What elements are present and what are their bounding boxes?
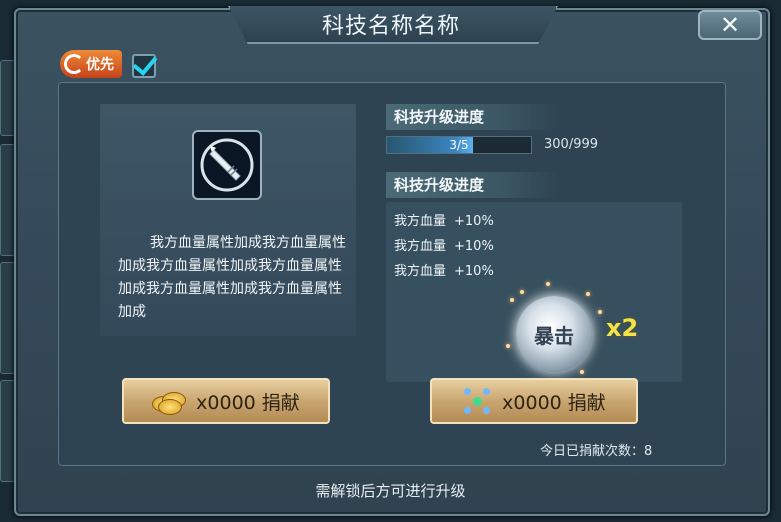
unlock-hint: 需解锁后方可进行升级 — [315, 482, 466, 500]
progress-level-text: 3/5 — [449, 138, 469, 152]
sparkle — [580, 370, 584, 374]
crit-badge: 暴击 — [516, 296, 592, 372]
item-donate-label: x0000 捐献 — [502, 391, 606, 414]
sparkle — [520, 290, 524, 294]
sparkle — [506, 344, 510, 348]
attribute-row: 我方血量 +10% — [394, 210, 494, 229]
bullet-icon — [192, 130, 262, 200]
dialog-title: 科技名称名称 — [321, 14, 460, 39]
molecule-icon — [462, 386, 492, 416]
crit-label: 暴击 — [534, 323, 574, 348]
item-donate-button[interactable]: x0000 捐献 — [430, 378, 638, 424]
sparkle — [546, 282, 550, 286]
attributes-header: 科技升级进度 — [386, 172, 558, 198]
coin-donate-label: x0000 捐献 — [196, 391, 300, 414]
attribute-row: 我方血量 +10% — [394, 235, 494, 254]
sparkle — [586, 292, 590, 296]
crit-multiplier: x2 — [606, 314, 639, 342]
attribute-row: 我方血量 +10% — [394, 260, 494, 279]
priority-icon — [64, 54, 84, 74]
gold-coins-icon — [152, 390, 187, 415]
close-icon: ✕ — [719, 11, 741, 39]
sparkle — [598, 310, 602, 314]
check-icon — [132, 50, 158, 76]
attribute-name: 我方血量 — [394, 214, 447, 229]
sparkle — [510, 298, 514, 302]
attribute-value: +10% — [454, 264, 494, 279]
progress-exp-text: 300/999 — [544, 137, 599, 152]
coin-donate-button[interactable]: x0000 捐献 — [122, 378, 330, 424]
priority-checkbox[interactable] — [132, 50, 158, 78]
attribute-name: 我方血量 — [394, 264, 447, 279]
close-button[interactable]: ✕ — [698, 10, 762, 40]
attribute-value: +10% — [454, 239, 494, 254]
priority-label: 优先 — [86, 57, 114, 73]
tech-description: 我方血量属性加成我方血量属性加成我方血量属性加成我方血量属性加成我方血量属性加成… — [118, 235, 346, 320]
progress-header: 科技升级进度 — [386, 104, 558, 130]
attribute-value: +10% — [454, 214, 494, 229]
priority-toggle[interactable]: 优先 — [60, 50, 122, 78]
today-donation-count: 今日已捐献次数：8 — [540, 444, 653, 459]
upgrade-progress-bar: 3/5 — [386, 136, 532, 154]
attribute-name: 我方血量 — [394, 239, 447, 254]
